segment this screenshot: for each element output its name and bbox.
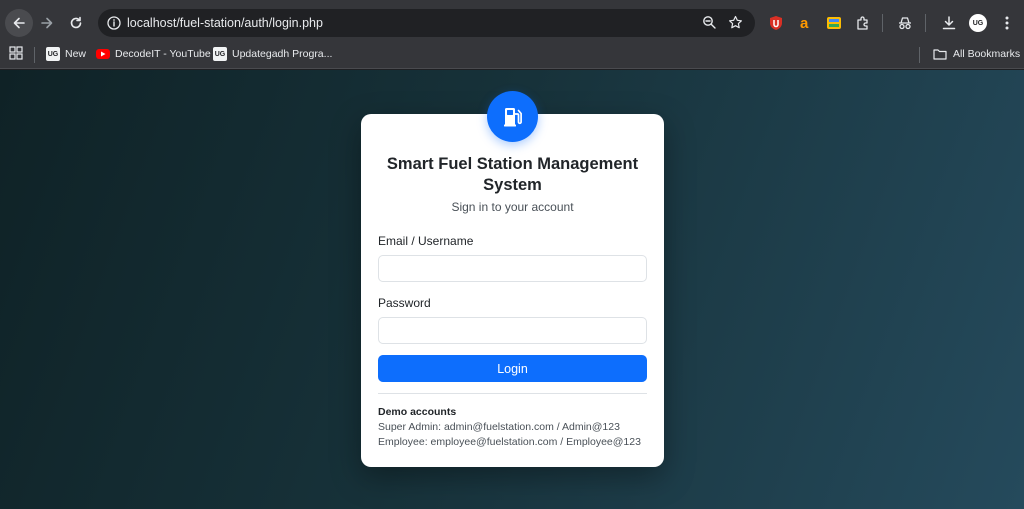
arrow-left-icon bbox=[13, 17, 25, 29]
uc-favicon-icon: UG bbox=[213, 47, 227, 61]
site-info-icon[interactable] bbox=[106, 15, 122, 31]
email-username-input[interactable] bbox=[378, 255, 647, 282]
color-palette-icon bbox=[827, 17, 841, 29]
tab-search-button[interactable] bbox=[896, 14, 914, 32]
downloads-button[interactable] bbox=[940, 14, 958, 32]
password-input[interactable] bbox=[378, 317, 647, 344]
login-subtitle: Sign in to your account bbox=[451, 200, 574, 214]
demo-employee: Employee: employee@fuelstation.com / Emp… bbox=[378, 436, 641, 448]
bookmark-label: New bbox=[65, 48, 87, 60]
arrow-right-icon bbox=[41, 17, 53, 29]
folder-icon bbox=[933, 49, 947, 60]
back-button[interactable] bbox=[5, 9, 33, 37]
password-label: Password bbox=[378, 296, 431, 310]
bookmarks-divider-2 bbox=[919, 47, 920, 63]
zoom-icon[interactable] bbox=[702, 15, 717, 30]
demo-super-admin: Super Admin: admin@fuelstation.com / Adm… bbox=[378, 421, 620, 433]
extensions-button[interactable] bbox=[854, 14, 872, 32]
card-divider bbox=[378, 393, 647, 394]
address-bar[interactable]: localhost/fuel-station/auth/login.php bbox=[98, 9, 755, 37]
color-picker-extension-button[interactable] bbox=[825, 14, 843, 32]
amazon-icon: a bbox=[800, 15, 809, 31]
forward-button[interactable] bbox=[33, 9, 61, 37]
download-icon bbox=[942, 16, 956, 30]
login-button[interactable]: Login bbox=[378, 355, 647, 382]
app-title: Smart Fuel Station Management System bbox=[386, 155, 639, 194]
amazon-extension-button[interactable]: a bbox=[796, 14, 814, 32]
page-background: Smart Fuel Station Management System Sig… bbox=[0, 70, 1024, 509]
all-bookmarks-label: All Bookmarks bbox=[953, 48, 1021, 60]
toolbar-divider bbox=[882, 14, 883, 32]
bookmark-updategadh[interactable]: UG Updategadh Progra... bbox=[213, 45, 332, 63]
bookmark-star-icon[interactable] bbox=[728, 15, 743, 30]
bookmark-label: Updategadh Progra... bbox=[232, 48, 333, 60]
bookmarks-divider bbox=[34, 47, 35, 63]
bookmarks-bar: UG New DecodeIT - YouTube UG Updategadh … bbox=[0, 40, 1024, 69]
bookmark-new[interactable]: UG New bbox=[46, 45, 86, 63]
bookmark-label: DecodeIT - YouTube bbox=[115, 48, 211, 60]
bookmark-decodeit-youtube[interactable]: DecodeIT - YouTube bbox=[96, 45, 211, 63]
demo-accounts-heading: Demo accounts bbox=[378, 406, 457, 418]
youtube-favicon-icon bbox=[96, 49, 110, 59]
logo-badge bbox=[487, 91, 538, 142]
uc-favicon-icon: UG bbox=[46, 47, 60, 61]
svg-text:a: a bbox=[800, 15, 809, 31]
reload-button[interactable] bbox=[62, 9, 90, 37]
gas-pump-icon bbox=[503, 107, 522, 126]
all-bookmarks-button[interactable]: All Bookmarks bbox=[933, 45, 1020, 63]
ublock-icon bbox=[770, 16, 782, 30]
puzzle-icon bbox=[857, 16, 868, 30]
url-text[interactable]: localhost/fuel-station/auth/login.php bbox=[127, 15, 323, 31]
ublock-extension-button[interactable] bbox=[767, 14, 785, 32]
reload-icon bbox=[70, 16, 82, 29]
login-card: Smart Fuel Station Management System Sig… bbox=[361, 114, 664, 467]
apps-grid-icon[interactable] bbox=[9, 46, 23, 60]
email-label: Email / Username bbox=[378, 234, 474, 248]
incognito-icon bbox=[899, 17, 911, 30]
profile-avatar[interactable]: UG bbox=[969, 14, 987, 32]
more-menu-icon[interactable] bbox=[1000, 14, 1014, 32]
toolbar-divider-2 bbox=[925, 14, 926, 32]
